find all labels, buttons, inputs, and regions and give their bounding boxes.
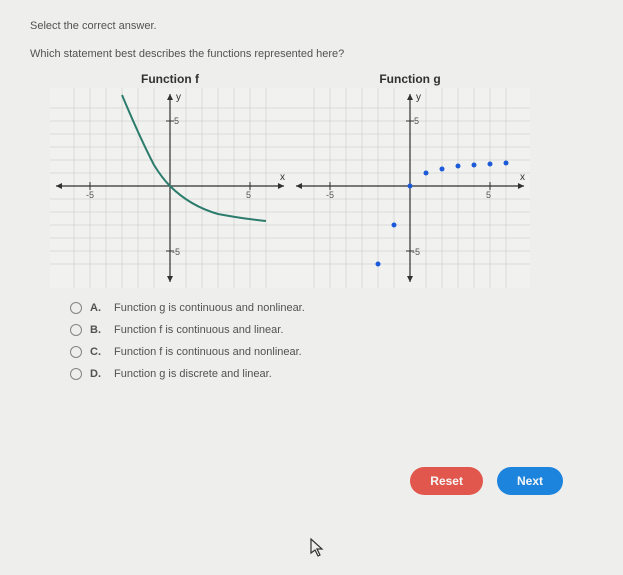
next-button[interactable]: Next [497,467,563,495]
answer-choices: A. Function g is continuous and nonlinea… [70,302,593,380]
choice-text: Function g is discrete and linear. [114,368,272,380]
reset-button[interactable]: Reset [410,467,483,495]
choice-letter: C. [90,346,106,358]
tick-xpos: 5 [486,190,491,200]
choice-letter: B. [90,324,106,336]
graphs-row: Function f [50,72,593,288]
choice-letter: A. [90,302,106,314]
choice-a[interactable]: A. Function g is continuous and nonlinea… [70,302,593,314]
question-text: Which statement best describes the funct… [30,48,593,60]
tick-ypos: 5 [414,116,419,126]
tick-ypos: 5 [174,116,179,126]
tick-xneg: -5 [86,190,94,200]
x-axis-label: x [280,172,285,183]
choice-d[interactable]: D. Function g is discrete and linear. [70,368,593,380]
radio-icon [70,346,82,358]
cursor-icon [310,538,326,563]
tick-xneg: -5 [326,190,334,200]
curve-f [122,95,266,221]
action-buttons: Reset Next [410,467,563,495]
choice-text: Function f is continuous and linear. [114,324,283,336]
quiz-page: Select the correct answer. Which stateme… [0,0,623,575]
instruction-text: Select the correct answer. [30,20,593,32]
choice-text: Function f is continuous and nonlinear. [114,346,302,358]
choice-text: Function g is continuous and nonlinear. [114,302,305,314]
radio-icon [70,324,82,336]
graph-f-title: Function f [50,72,290,86]
graph-g: y x -5 5 5 -5 [290,88,530,288]
x-axis-label: x [520,172,525,183]
choice-c[interactable]: C. Function f is continuous and nonlinea… [70,346,593,358]
choice-b[interactable]: B. Function f is continuous and linear. [70,324,593,336]
y-axis-label: y [416,92,421,103]
tick-yneg: -5 [412,247,420,257]
choice-letter: D. [90,368,106,380]
y-axis-label: y [176,92,181,103]
radio-icon [70,302,82,314]
tick-yneg: -5 [172,247,180,257]
graph-f-wrap: Function f [50,72,290,288]
tick-xpos: 5 [246,190,251,200]
graph-f: y x -5 5 5 -5 [50,88,290,288]
graph-g-wrap: Function g [290,72,530,288]
radio-icon [70,368,82,380]
graph-g-title: Function g [290,72,530,86]
